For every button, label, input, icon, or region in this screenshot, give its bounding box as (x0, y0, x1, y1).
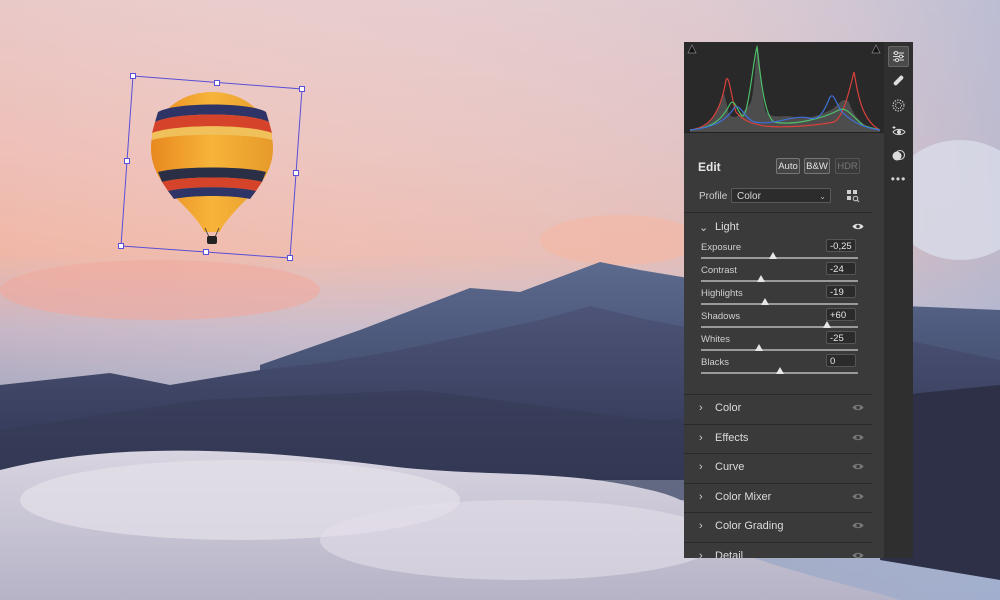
visibility-eye-icon[interactable] (852, 222, 864, 231)
slider-value-input[interactable]: +60 (826, 308, 856, 321)
slider-value-input[interactable]: -19 (826, 285, 856, 298)
slider-label: Shadows (701, 311, 741, 322)
slider-thumb[interactable] (755, 344, 764, 351)
slider-thumb[interactable] (761, 298, 770, 305)
slider-track[interactable] (701, 349, 858, 351)
section-label: Color (715, 402, 742, 414)
section-color-grading-header[interactable]: › Color Grading (684, 513, 872, 541)
section-label: Effects (715, 431, 749, 444)
slider-thumb[interactable] (756, 275, 765, 282)
shadow-clip-icon[interactable] (687, 44, 697, 54)
section-light-header[interactable]: ⌄ Light (684, 214, 872, 242)
slider-label: Whites (701, 334, 731, 345)
slider-value-input[interactable]: -24 (826, 262, 856, 275)
section-label: Detail (715, 549, 744, 559)
chevron-down-icon: ⌄ (699, 222, 709, 234)
histogram (684, 42, 884, 133)
visibility-eye-icon[interactable] (852, 462, 864, 471)
slider-thumb[interactable] (775, 367, 784, 374)
chevron-right-icon: › (699, 461, 703, 473)
section-light-label: Light (715, 221, 739, 233)
masking-icon[interactable] (888, 95, 909, 116)
slider-value-input[interactable]: -25 (826, 331, 856, 344)
slider-thumb[interactable] (769, 252, 778, 259)
edit-header: Edit Auto B&W HDR (684, 154, 884, 178)
visibility-eye-icon[interactable] (852, 403, 864, 412)
edit-panel: Edit Auto B&W HDR Profile Color ⌄ ⌄ Ligh… (684, 42, 884, 558)
divider (684, 212, 872, 213)
slider-track[interactable] (701, 280, 858, 282)
visibility-eye-icon[interactable] (852, 521, 864, 530)
transform-handle-top-left[interactable] (130, 73, 136, 79)
slider-label: Contrast (701, 265, 737, 276)
profile-row: Profile Color ⌄ (684, 186, 884, 208)
tool-strip: ••• (884, 42, 913, 558)
healing-icon[interactable] (888, 70, 909, 91)
panel-scrollbar[interactable] (873, 210, 880, 554)
section-detail-header[interactable]: › Detail (684, 543, 872, 559)
transform-handle-top-right[interactable] (299, 86, 305, 92)
bw-button[interactable]: B&W (804, 158, 830, 174)
chevron-right-icon: › (699, 431, 703, 444)
more-icon[interactable]: ••• (888, 168, 909, 189)
slider-track[interactable] (701, 303, 858, 305)
section-effects-header[interactable]: › Effects (684, 425, 872, 453)
section-label: Color Mixer (715, 490, 772, 503)
chevron-right-icon: › (699, 520, 703, 532)
slider-label: Exposure (701, 242, 742, 253)
section-color-header[interactable]: › Color (684, 395, 872, 423)
transform-handle-bottom[interactable] (203, 249, 209, 255)
hdr-button[interactable]: HDR (835, 158, 860, 174)
visibility-eye-icon[interactable] (852, 492, 864, 501)
slider-label: Highlights (701, 288, 743, 299)
chevron-right-icon: › (699, 549, 703, 559)
transform-handle-top[interactable] (214, 80, 220, 86)
red-eye-icon[interactable] (888, 121, 909, 142)
slider-label: Blacks (701, 357, 729, 368)
transform-handle-left[interactable] (124, 158, 130, 164)
edit-sliders-icon[interactable] (888, 46, 909, 67)
section-label: Curve (715, 461, 745, 473)
edit-title: Edit (698, 160, 721, 174)
highlight-clip-icon[interactable] (871, 44, 881, 54)
slider-value-input[interactable]: 0 (826, 354, 856, 367)
slider-track[interactable] (701, 257, 858, 259)
profile-value: Color (737, 191, 761, 202)
profile-browser-grid-icon[interactable] (846, 189, 860, 203)
slider-value-input[interactable]: -0,25 (826, 239, 856, 252)
transform-handle-right[interactable] (293, 170, 299, 176)
profile-label: Profile (699, 191, 728, 202)
section-label: Color Grading (715, 520, 784, 532)
transform-handle-bottom-right[interactable] (287, 255, 293, 261)
slider-track[interactable] (701, 326, 858, 328)
slider-thumb[interactable] (822, 321, 831, 328)
chevron-right-icon: › (699, 490, 703, 503)
transform-handle-bottom-left[interactable] (118, 243, 124, 249)
profile-dropdown[interactable]: Color ⌄ (731, 188, 831, 203)
chevron-down-icon: ⌄ (819, 192, 826, 201)
section-curve-header[interactable]: › Curve (684, 454, 872, 482)
section-color-mixer-header[interactable]: › Color Mixer (684, 484, 872, 512)
visibility-eye-icon[interactable] (852, 433, 864, 442)
chevron-right-icon: › (699, 402, 703, 414)
presets-icon[interactable] (888, 145, 909, 166)
slider-blacks[interactable]: Blacks 0 (684, 354, 884, 380)
auto-button[interactable]: Auto (776, 158, 800, 174)
visibility-eye-icon[interactable] (852, 551, 864, 559)
